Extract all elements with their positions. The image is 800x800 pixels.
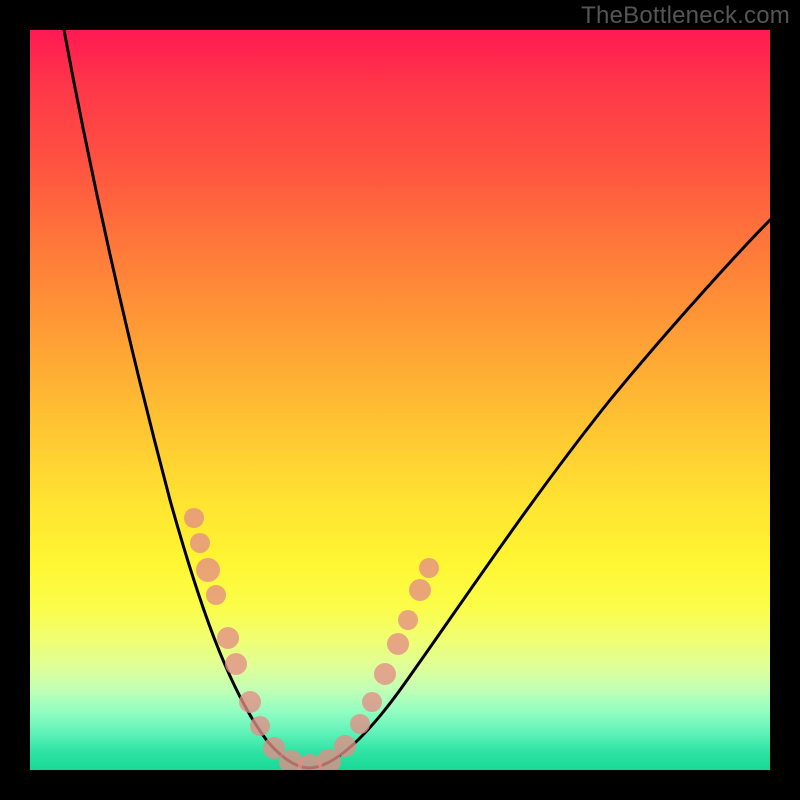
curve-left [64,30,308,768]
curve-svg [30,30,770,770]
watermark-label: TheBottleneck.com [581,2,790,30]
chart-container: TheBottleneck.com [0,0,800,800]
data-point [350,714,370,734]
data-point [217,627,239,649]
data-point [419,558,439,578]
data-point [250,716,270,736]
data-point [409,579,431,601]
plot-area [30,30,770,770]
data-point [184,508,204,528]
data-point [374,663,396,685]
curve-right [308,220,770,768]
data-point [362,692,382,712]
data-point [190,533,210,553]
data-point [398,610,418,630]
data-point [196,558,220,582]
data-dots-group [184,508,439,770]
data-point [387,633,409,655]
data-point [206,585,226,605]
data-point [225,653,247,675]
data-point [334,735,356,757]
data-point [239,691,261,713]
